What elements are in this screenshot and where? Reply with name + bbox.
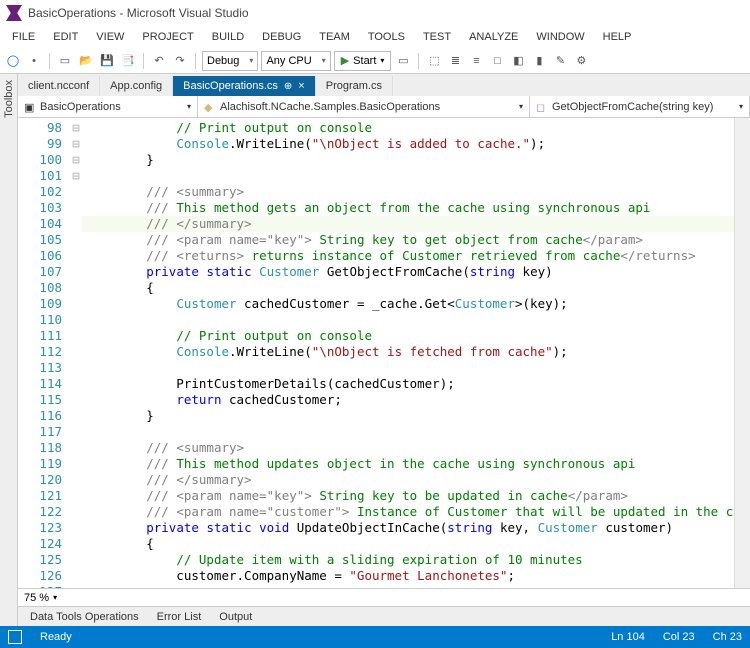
toolbar-separator [49,53,50,69]
status-icon[interactable] [8,630,22,644]
menu-bar: FILE EDIT VIEW PROJECT BUILD DEBUG TEAM … [0,26,750,48]
config-selector[interactable]: Debug▾ [202,51,258,71]
toolbar-separator [143,53,144,69]
toolbar-icon[interactable]: ⬚ [425,52,443,70]
nav-fwd-icon[interactable]: • [25,52,43,70]
project-dropdown[interactable]: ▣BasicOperations▾ [18,96,198,117]
toolbar-separator [418,53,419,69]
start-debug-button[interactable]: ▶Start▾ [334,51,392,71]
pin-icon[interactable]: ⊕ [284,81,292,92]
undo-icon[interactable]: ↶ [150,52,168,70]
menu-analyze[interactable]: ANALYZE [461,29,526,45]
chevron-down-icon[interactable]: ▾ [53,593,57,602]
member-dropdown[interactable]: ◻GetObjectFromCache(string key)▾ [530,96,750,117]
toolbox-panel-tab[interactable]: Toolbox [0,74,18,626]
platform-selector[interactable]: Any CPU▾ [261,51,330,71]
menu-test[interactable]: TEST [415,29,459,45]
menu-help[interactable]: HELP [595,29,640,45]
csharp-project-icon: ▣ [24,101,36,113]
menu-build[interactable]: BUILD [204,29,252,45]
tab-output[interactable]: Output [211,609,260,625]
line-number-gutter: 9899100101102103104105106107108109110111… [18,118,70,588]
nav-back-icon[interactable]: ◯ [4,52,22,70]
menu-tools[interactable]: TOOLS [360,29,413,45]
menu-project[interactable]: PROJECT [134,29,201,45]
new-project-icon[interactable]: ▭ [56,52,74,70]
toolbar-icon[interactable]: □ [488,52,506,70]
window-title: BasicOperations - Microsoft Visual Studi… [28,6,249,20]
status-line: Ln 104 [611,631,645,643]
method-icon: ◻ [536,101,548,113]
vs-logo-icon [6,5,22,21]
menu-edit[interactable]: EDIT [45,29,86,45]
tab-clientncconf[interactable]: client.ncconf [18,76,100,96]
toolbar-icon[interactable]: ◧ [509,52,527,70]
toolbar: ◯ • ▭ 📂 💾 📑 ↶ ↷ Debug▾ Any CPU▾ ▶Start▾ … [0,48,750,74]
code-content[interactable]: // Print output on console Console.Write… [82,118,734,588]
redo-icon[interactable]: ↷ [171,52,189,70]
vertical-scrollbar[interactable] [734,118,750,588]
toolbar-icon[interactable]: ≡ [467,52,485,70]
class-icon: ◆ [204,101,216,113]
toolbar-icon[interactable]: ⚙ [572,52,590,70]
menu-debug[interactable]: DEBUG [254,29,309,45]
toolbar-separator [195,53,196,69]
close-icon[interactable]: × [298,80,304,92]
menu-file[interactable]: FILE [4,29,43,45]
zoom-selector[interactable]: 75 % [24,592,49,604]
document-tab-strip: client.ncconf App.config BasicOperations… [18,74,750,96]
status-ch: Ch 23 [713,631,742,643]
toolbar-icon[interactable]: ✎ [551,52,569,70]
navigation-bar: ▣BasicOperations▾ ◆Alachisoft.NCache.Sam… [18,96,750,118]
tab-basicoperations[interactable]: BasicOperations.cs⊕× [173,76,316,96]
tab-appconfig[interactable]: App.config [100,76,173,96]
zoom-bar: 75 % ▾ [18,588,750,606]
tab-data-tools[interactable]: Data Tools Operations [22,609,147,625]
toolbar-icon[interactable]: ▭ [394,52,412,70]
code-editor[interactable]: 9899100101102103104105106107108109110111… [18,118,750,588]
bottom-panel-tabs: Data Tools Operations Error List Output [18,606,750,626]
menu-team[interactable]: TEAM [311,29,358,45]
tab-programcs[interactable]: Program.cs [316,76,393,96]
class-dropdown[interactable]: ◆Alachisoft.NCache.Samples.BasicOperatio… [198,96,530,117]
play-icon: ▶ [341,54,349,67]
menu-window[interactable]: WINDOW [528,29,592,45]
toolbar-icon[interactable]: ▮ [530,52,548,70]
toolbar-icon[interactable]: ≣ [446,52,464,70]
open-file-icon[interactable]: 📂 [77,52,95,70]
status-ready: Ready [40,631,72,643]
tab-error-list[interactable]: Error List [149,609,210,625]
fold-margin[interactable]: ⊟⊟⊟⊟ [70,118,82,588]
status-col: Col 23 [663,631,695,643]
save-icon[interactable]: 💾 [98,52,116,70]
menu-view[interactable]: VIEW [88,29,132,45]
status-bar: Ready Ln 104 Col 23 Ch 23 [0,626,750,648]
save-all-icon[interactable]: 📑 [119,52,137,70]
title-bar: BasicOperations - Microsoft Visual Studi… [0,0,750,26]
